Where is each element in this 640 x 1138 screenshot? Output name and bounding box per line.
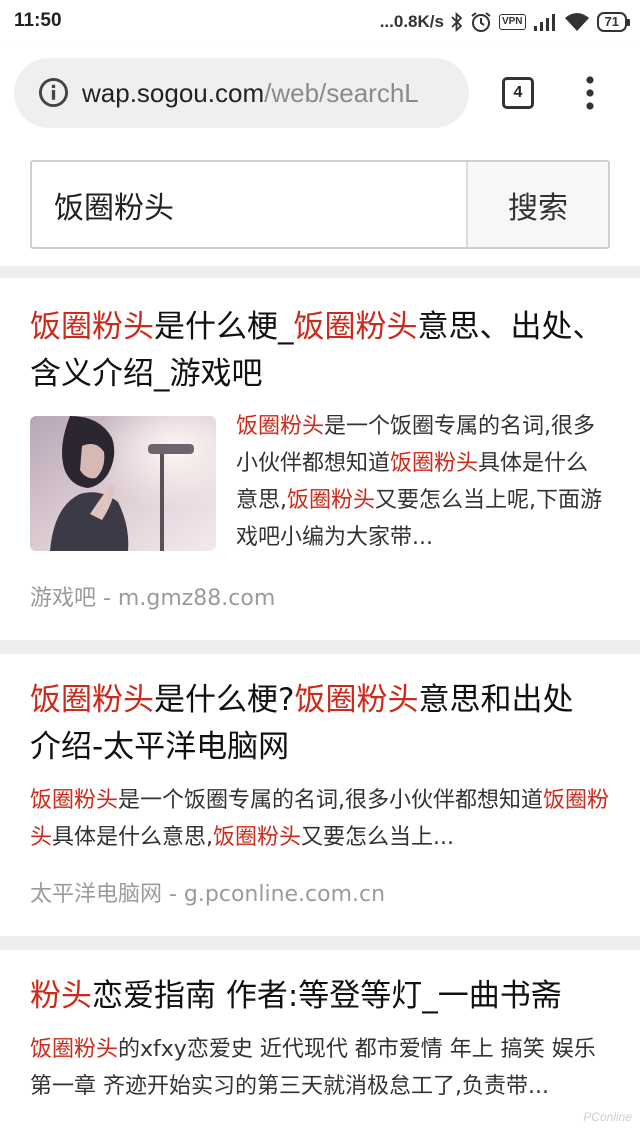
highlight-keyword: 粉头 — [30, 978, 92, 1014]
highlight-keyword: 饭圈粉头 — [213, 825, 302, 850]
url-path: /web/searchL — [264, 78, 419, 108]
tab-switcher-button[interactable]: 4 — [502, 77, 534, 109]
highlight-keyword: 饭圈粉头 — [287, 488, 376, 513]
alarm-icon — [471, 12, 491, 32]
search-section: 搜索 — [0, 140, 640, 266]
search-button[interactable]: 搜索 — [466, 162, 608, 247]
text-segment: 恋爱指南 作者:等登等灯_一曲书斋 — [92, 978, 562, 1014]
wifi-icon — [564, 13, 589, 31]
result-source[interactable]: 游戏吧 - m.gmz88.com — [30, 580, 275, 612]
highlight-keyword: 饭圈粉头 — [236, 414, 325, 439]
more-menu-icon[interactable] — [580, 74, 600, 114]
result-title-link[interactable]: 饭圈粉头是什么梗?饭圈粉头意思和出处介绍-太平洋电脑网 — [30, 677, 604, 771]
result-thumbnail[interactable] — [30, 416, 216, 551]
url-text[interactable]: wap.sogou.com/web/searchL — [82, 78, 419, 109]
status-icons: ...0.8K/s VPN 71 — [380, 8, 630, 36]
vpn-badge: VPN — [498, 14, 526, 30]
highlight-keyword: 饭圈粉头 — [294, 682, 419, 718]
highlight-keyword: 饭圈粉头 — [293, 309, 418, 345]
text-segment: 是什么梗? — [154, 682, 295, 718]
separator — [0, 936, 640, 950]
highlight-keyword: 饭圈粉头 — [30, 682, 154, 718]
info-icon[interactable] — [38, 77, 69, 108]
bluetooth-icon — [451, 12, 463, 32]
result-snippet: 饭圈粉头是一个饭圈专属的名词,很多小伙伴都想知道饭圈粉头具体是什么意思,饭圈粉头… — [30, 782, 614, 856]
thumbnail-image — [30, 416, 216, 551]
highlight-keyword: 饭圈粉头 — [390, 451, 479, 476]
watermark-logo: PConline — [583, 1110, 632, 1124]
result-source[interactable]: 太平洋电脑网 - g.pconline.com.cn — [30, 876, 385, 908]
text-segment: 是一个饭圈专属的名词,很多小伙伴都想知道 — [118, 788, 544, 813]
highlight-keyword: 饭圈粉头 — [30, 788, 119, 813]
status-time: 11:50 — [14, 10, 62, 31]
url-host: wap.sogou.com — [82, 78, 265, 108]
result-title-link[interactable]: 饭圈粉头是什么梗_饭圈粉头意思、出处、含义介绍_游戏吧 — [30, 304, 604, 398]
battery-indicator: 71 — [596, 12, 630, 32]
result-snippet: 饭圈粉头是一个饭圈专属的名词,很多小伙伴都想知道饭圈粉头具体是什么意思,饭圈粉头… — [236, 408, 610, 556]
signal-icon — [533, 14, 555, 31]
text-segment: 又要怎么当上... — [301, 825, 455, 850]
search-box: 搜索 — [30, 160, 610, 249]
text-segment: 是什么梗_ — [154, 309, 294, 345]
result-snippet: 饭圈粉头的xfxy恋爱史 近代现代 都市爱情 年上 搞笑 娱乐 第一章 齐迹开始… — [30, 1031, 606, 1105]
search-input[interactable] — [32, 162, 468, 247]
separator — [0, 640, 640, 654]
address-bar[interactable]: wap.sogou.com/web/searchL — [14, 58, 469, 128]
battery-level: 71 — [596, 12, 627, 32]
net-speed: ...0.8K/s — [379, 12, 444, 31]
highlight-keyword: 饭圈粉头 — [30, 309, 154, 345]
result-title-link[interactable]: 粉头恋爱指南 作者:等登等灯_一曲书斋 — [30, 973, 620, 1020]
status-bar: 11:50 ...0.8K/s VPN 71 — [0, 0, 640, 44]
highlight-keyword: 饭圈粉头 — [30, 1037, 119, 1062]
result-card: 饭圈粉头是什么梗_饭圈粉头意思、出处、含义介绍_游戏吧 饭圈粉头是一个饭圈专属的… — [0, 278, 640, 640]
browser-toolbar: wap.sogou.com/web/searchL 4 — [0, 44, 640, 140]
text-segment: 具体是什么意思, — [52, 825, 214, 850]
result-card: 饭圈粉头是什么梗?饭圈粉头意思和出处介绍-太平洋电脑网 饭圈粉头是一个饭圈专属的… — [0, 654, 640, 936]
separator — [0, 266, 640, 278]
result-card: 粉头恋爱指南 作者:等登等灯_一曲书斋 饭圈粉头的xfxy恋爱史 近代现代 都市… — [0, 950, 640, 1138]
